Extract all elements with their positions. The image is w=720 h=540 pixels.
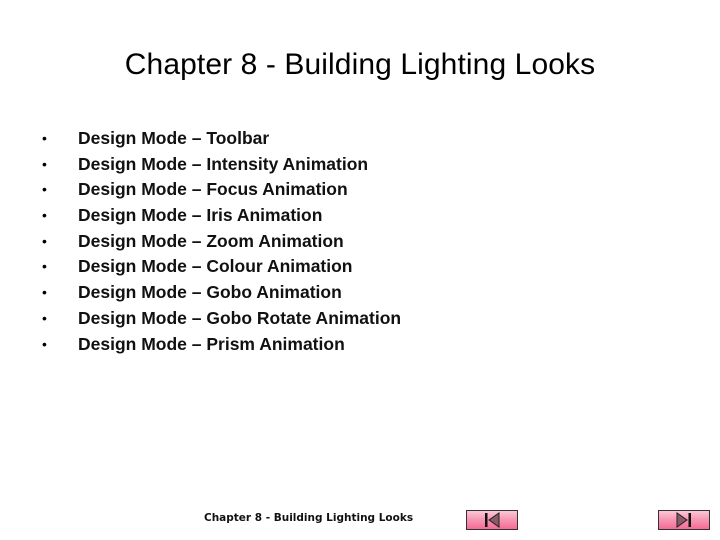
- list-item: • Design Mode – Zoom Animation: [40, 229, 401, 255]
- list-item: • Design Mode – Colour Animation: [40, 254, 401, 280]
- list-item: • Design Mode – Toolbar: [40, 126, 401, 152]
- list-item: • Design Mode – Focus Animation: [40, 177, 401, 203]
- bullet-icon: •: [42, 130, 47, 146]
- bullet-icon: •: [42, 207, 47, 224]
- list-item-text: Design Mode – Focus Animation: [78, 179, 348, 200]
- list-item: • Design Mode – Prism Animation: [40, 332, 401, 358]
- list-item-text: Design Mode – Iris Animation: [78, 205, 323, 226]
- list-item: • Design Mode – Gobo Rotate Animation: [40, 306, 401, 332]
- bullet-icon: •: [42, 232, 47, 249]
- bullet-icon: •: [42, 155, 47, 172]
- bullet-list: • Design Mode – Toolbar • Design Mode – In…: [40, 126, 401, 357]
- slide-title: Chapter 8 - Building Lighting Looks: [124, 48, 596, 81]
- list-item-text: Design Mode – Prism Animation: [78, 333, 345, 354]
- list-item: • Design Mode – Iris Animation: [40, 203, 401, 229]
- bullet-icon: •: [42, 284, 47, 301]
- list-item-text: Design Mode – Intensity Animation: [78, 153, 369, 174]
- first-slide-button[interactable]: [466, 510, 518, 530]
- last-slide-button[interactable]: [658, 510, 710, 530]
- bullet-icon: •: [42, 335, 47, 352]
- skip-to-first-icon: [485, 512, 500, 528]
- list-item-text: Design Mode – Gobo Animation: [78, 282, 342, 303]
- list-item-text: Design Mode – Colour Animation: [78, 256, 353, 277]
- footer-label: Chapter 8 - Building Lighting Looks: [204, 512, 414, 524]
- list-item-text: Design Mode – Zoom Animation: [78, 230, 344, 251]
- list-item: • Design Mode – Intensity Animation: [40, 152, 401, 178]
- bullet-icon: •: [42, 309, 47, 326]
- skip-to-last-icon: [676, 512, 691, 528]
- list-item: • Design Mode – Gobo Animation: [40, 280, 401, 306]
- list-item-text: Design Mode – Toolbar: [78, 128, 270, 148]
- bullet-icon: •: [42, 258, 47, 275]
- list-item-text: Design Mode – Gobo Rotate Animation: [78, 307, 402, 328]
- bullet-icon: •: [42, 181, 47, 198]
